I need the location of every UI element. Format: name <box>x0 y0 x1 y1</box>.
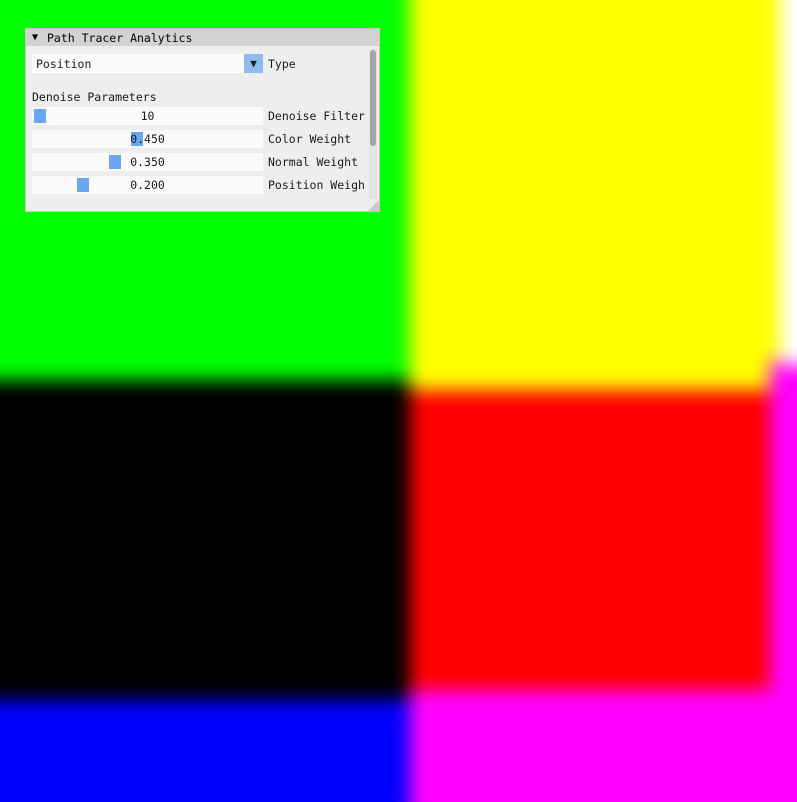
type-combo-row: Position ▼ Type <box>32 54 296 73</box>
blue-quadrant <box>0 700 410 802</box>
analytics-window[interactable]: ▼ Path Tracer Analytics Position ▼ Type … <box>25 28 380 212</box>
slider-label: Color Weight <box>268 132 352 146</box>
slider-value: 0.350 <box>130 155 165 169</box>
type-combo-value: Position <box>36 56 92 71</box>
window-titlebar[interactable]: ▼ Path Tracer Analytics <box>26 29 379 46</box>
resize-grip-icon[interactable] <box>368 200 379 211</box>
color-weight-slider[interactable]: 0.450 <box>32 130 263 148</box>
magenta-quadrant <box>410 690 797 802</box>
scrollbar-thumb[interactable] <box>370 50 376 146</box>
window-title: Path Tracer Analytics <box>47 30 193 45</box>
window-scrollbar[interactable] <box>369 49 377 199</box>
collapse-arrow-icon[interactable]: ▼ <box>32 32 42 43</box>
slider-value: 0.450 <box>130 132 165 146</box>
normal-weight-slider[interactable]: 0.350 <box>32 153 263 171</box>
slider-label: Normal Weight <box>268 155 359 169</box>
yellow-quadrant <box>410 0 797 390</box>
section-heading: Denoise Parameters <box>32 90 157 104</box>
type-label: Type <box>268 56 296 71</box>
position-weight-slider[interactable]: 0.200 <box>32 176 263 194</box>
slider-label: Position Weigh <box>268 178 365 192</box>
normal-weight-row: 0.350 Normal Weight <box>32 153 358 171</box>
denoise-filter-row: 10 Denoise Filter <box>32 107 365 125</box>
position-weight-row: 0.200 Position Weigh <box>32 176 365 194</box>
red-quadrant <box>410 390 770 690</box>
dropdown-arrow-icon[interactable]: ▼ <box>244 54 263 73</box>
slider-value: 10 <box>140 109 155 123</box>
white-edge <box>780 0 797 365</box>
magenta-edge <box>770 360 797 700</box>
color-weight-row: 0.450 Color Weight <box>32 130 351 148</box>
black-quadrant <box>0 380 410 690</box>
denoise-filter-slider[interactable]: 10 <box>32 107 263 125</box>
slider-label: Denoise Filter <box>268 109 365 123</box>
slider-value: 0.200 <box>130 178 165 192</box>
type-combo[interactable]: Position ▼ <box>32 54 263 73</box>
